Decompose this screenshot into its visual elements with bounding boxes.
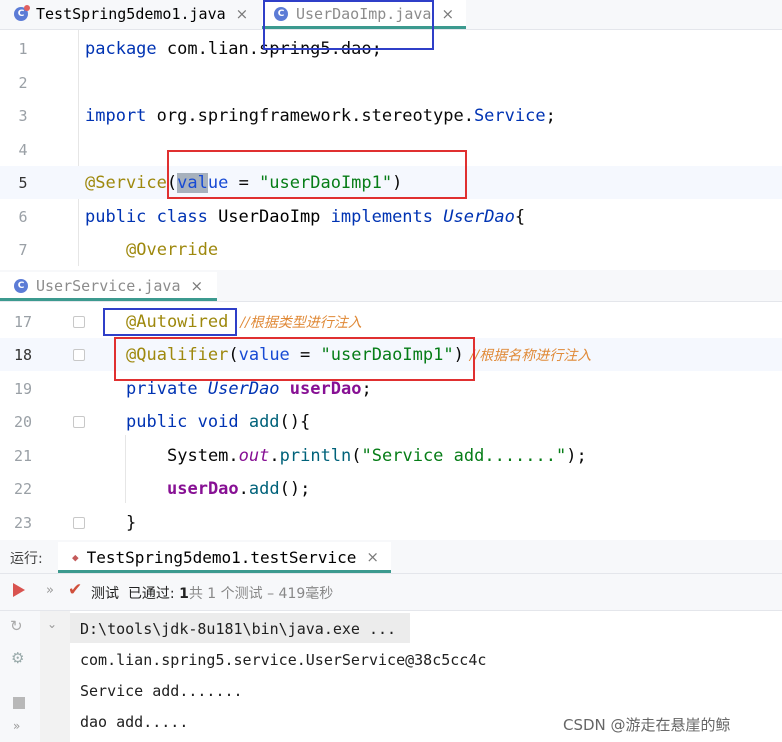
- java-class-icon: C: [14, 279, 28, 293]
- tab-testspring5demo1[interactable]: C TestSpring5demo1.java ×: [14, 0, 248, 28]
- expand-icon[interactable]: »: [46, 583, 54, 598]
- code-text: public class UserDaoImp implements UserD…: [85, 207, 526, 227]
- line-number: 21: [13, 447, 33, 465]
- code-text: }: [126, 513, 137, 533]
- code-text: private UserDao userDao;: [126, 379, 372, 399]
- line-number: 22: [13, 480, 33, 498]
- code-text: @Override: [126, 240, 219, 260]
- close-icon[interactable]: ×: [191, 277, 204, 295]
- line-number: 19: [13, 380, 33, 398]
- console-line: com.lian.spring5.service.UserService@38c…: [80, 651, 487, 669]
- line-number: 1: [18, 40, 28, 58]
- bottom-editor-tabbar: C UserService.java ×: [0, 270, 782, 302]
- code-line: 6 public class UserDaoImp implements Use…: [0, 200, 782, 233]
- line-number: 23: [13, 514, 33, 532]
- red-highlight-box: [114, 337, 475, 381]
- check-icon: ✔: [68, 580, 83, 600]
- line-number: 17: [13, 313, 33, 331]
- run-panel-header: 运行: ◆ TestSpring5demo1.testService ×: [0, 540, 782, 574]
- test-status-text: 测试 已通过: 1共 1 个测试 – 419毫秒: [91, 586, 334, 602]
- code-line: 2: [0, 66, 782, 99]
- run-label: 运行:: [10, 551, 43, 567]
- code-text: userDao.add();: [167, 479, 311, 499]
- fold-marker-icon[interactable]: [73, 316, 85, 328]
- debug-icon[interactable]: ⚙: [11, 649, 24, 667]
- code-text: System.out.println("Service add.......")…: [167, 446, 587, 466]
- line-number: 5: [18, 174, 28, 192]
- line-number: 20: [13, 413, 33, 431]
- line-number: 6: [18, 208, 28, 226]
- console-line: dao add.....: [80, 713, 189, 731]
- line-number: 3: [18, 107, 28, 125]
- line-number: 2: [18, 74, 28, 92]
- tab-label: TestSpring5demo1.java: [36, 5, 226, 23]
- tab-label: UserService.java: [36, 277, 181, 295]
- more-icon[interactable]: »: [13, 719, 20, 733]
- tab-userservice[interactable]: C UserService.java ×: [0, 272, 218, 301]
- close-icon[interactable]: ×: [366, 548, 379, 566]
- line-number: 7: [18, 241, 28, 259]
- line-number: 4: [18, 141, 28, 159]
- chevron-down-icon[interactable]: ⌄: [47, 617, 57, 631]
- run-marker-icon: [24, 5, 30, 11]
- test-tree-collapsed[interactable]: ⌄: [40, 611, 70, 742]
- fold-marker-icon[interactable]: [73, 517, 85, 529]
- run-config-tab[interactable]: ◆ TestSpring5demo1.testService ×: [58, 542, 391, 573]
- close-icon[interactable]: ×: [441, 5, 454, 23]
- blue-highlight-box: [103, 308, 237, 336]
- fold-marker-icon[interactable]: [73, 416, 85, 428]
- line-number: 18: [13, 346, 33, 364]
- fold-marker-icon[interactable]: [73, 349, 85, 361]
- close-icon[interactable]: ×: [236, 5, 249, 23]
- code-line: 23 }: [0, 506, 782, 539]
- code-line: 7 @Override: [0, 233, 782, 266]
- code-text: public void add(){: [126, 412, 311, 432]
- console-line: Service add.......: [80, 682, 243, 700]
- run-config-icon: ◆: [72, 550, 79, 564]
- code-line: 21 System.out.println("Service add......…: [0, 439, 782, 472]
- rerun-icon[interactable]: [13, 583, 25, 597]
- console-line: D:\tools\jdk-8u181\bin\java.exe ...: [80, 620, 397, 638]
- code-line: 22 userDao.add();: [0, 472, 782, 505]
- code-line: 3 import org.springframework.stereotype.…: [0, 99, 782, 132]
- watermark: CSDN @游走在悬崖的鲸: [563, 716, 731, 734]
- rerun-failed-icon[interactable]: ↻: [10, 617, 23, 635]
- blue-highlight-box: [263, 0, 434, 50]
- code-line: 20 public void add(){: [0, 405, 782, 438]
- java-class-icon: C: [14, 5, 30, 21]
- test-status-bar: » ✔ 测试 已通过: 1共 1 个测试 – 419毫秒: [0, 574, 782, 611]
- run-side-toolbar: ↻ ⚙ »: [0, 611, 41, 742]
- stop-icon[interactable]: [13, 697, 25, 709]
- code-text: import org.springframework.stereotype.Se…: [85, 106, 556, 126]
- run-config-label: TestSpring5demo1.testService: [86, 547, 357, 567]
- red-highlight-box: [167, 150, 467, 199]
